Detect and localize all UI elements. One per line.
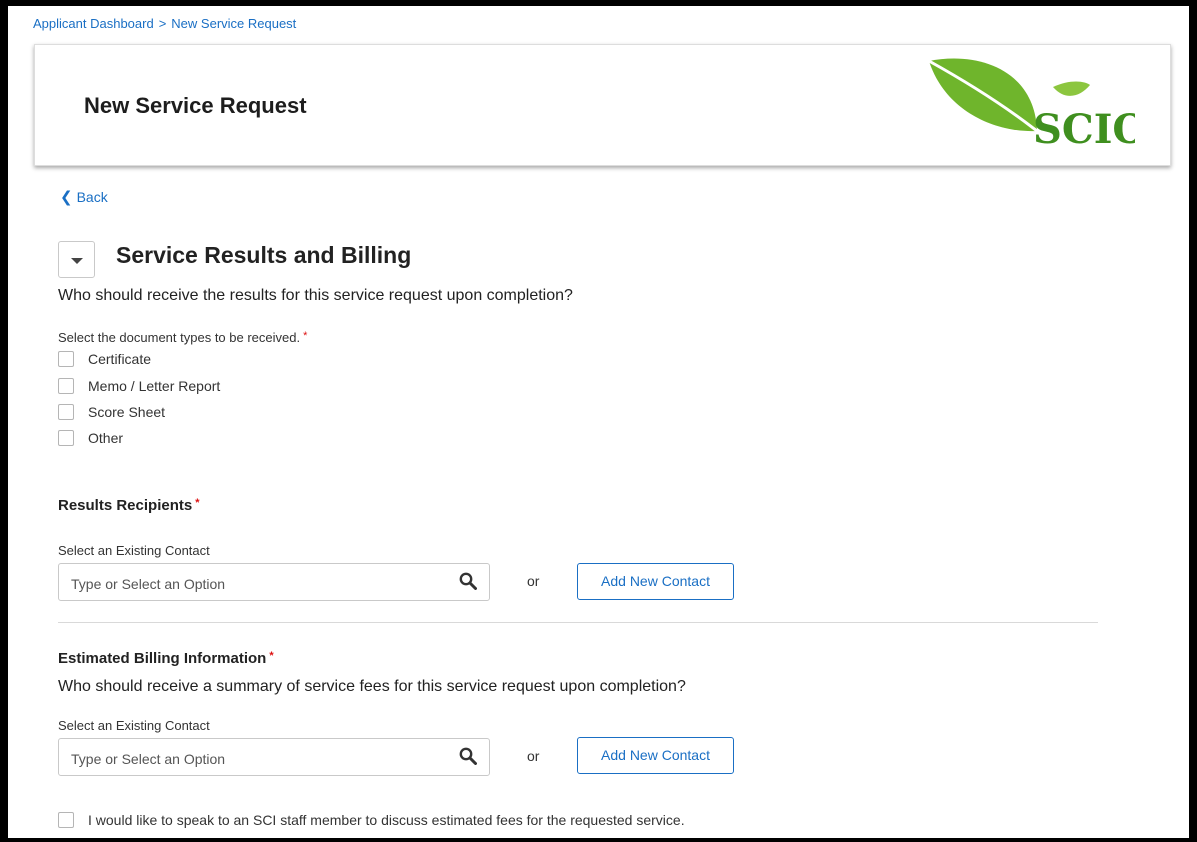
checkbox-other[interactable]: Other: [58, 429, 123, 447]
checkbox-label: Memo / Letter Report: [88, 378, 221, 394]
logo-text: SCION: [1033, 106, 1135, 151]
scion-logo: SCION: [928, 58, 1135, 151]
checkbox-certificate[interactable]: Certificate: [58, 350, 151, 368]
results-contact-input[interactable]: [69, 573, 453, 595]
page-title: New Service Request: [84, 93, 307, 118]
breadcrumb-separator: >: [158, 16, 167, 31]
document-types-label: Select the document types to be received…: [58, 330, 308, 345]
billing-contact-combobox[interactable]: [58, 738, 490, 776]
checkbox-memo-letter-report[interactable]: Memo / Letter Report: [58, 377, 220, 395]
checkbox-box[interactable]: [58, 404, 74, 420]
section-title: Service Results and Billing: [116, 242, 412, 268]
billing-question: Who should receive a summary of service …: [58, 678, 686, 695]
checkbox-box[interactable]: [58, 430, 74, 446]
breadcrumb-applicant-dashboard[interactable]: Applicant Dashboard: [33, 16, 154, 31]
caret-down-icon: [71, 258, 83, 264]
checkbox-label: Other: [88, 430, 124, 446]
checkbox-score-sheet[interactable]: Score Sheet: [58, 403, 165, 421]
breadcrumb-new-service-request[interactable]: New Service Request: [171, 16, 296, 31]
results-recipients-heading: Results Recipients *: [58, 497, 200, 514]
checkbox-box[interactable]: [58, 812, 74, 828]
results-question: Who should receive the results for this …: [58, 287, 573, 304]
checkbox-label: I would like to speak to an SCI staff me…: [88, 812, 685, 828]
checkbox-speak-to-staff[interactable]: I would like to speak to an SCI staff me…: [58, 811, 685, 829]
results-contact-label: Select an Existing Contact: [58, 543, 210, 558]
search-icon[interactable]: [459, 747, 477, 765]
billing-contact-input[interactable]: [69, 748, 453, 770]
checkbox-label: Certificate: [88, 351, 152, 367]
or-text: or: [527, 573, 540, 589]
checkbox-label: Score Sheet: [88, 404, 166, 420]
add-results-contact-button[interactable]: Add New Contact: [577, 563, 734, 600]
page-header: New Service Request SCION: [34, 44, 1171, 166]
required-marker: *: [303, 330, 308, 342]
checkbox-box[interactable]: [58, 351, 74, 367]
back-label: Back: [76, 189, 108, 205]
billing-contact-label: Select an Existing Contact: [58, 718, 210, 733]
section-divider: [58, 622, 1098, 623]
add-billing-contact-button[interactable]: Add New Contact: [577, 737, 734, 774]
or-text: or: [527, 748, 540, 764]
search-icon[interactable]: [459, 572, 477, 590]
required-marker: *: [269, 650, 274, 662]
back-link[interactable]: ❮ Back: [60, 188, 108, 206]
chevron-left-icon: ❮: [60, 189, 73, 206]
checkbox-box[interactable]: [58, 378, 74, 394]
results-contact-combobox[interactable]: [58, 563, 490, 601]
breadcrumb: Applicant Dashboard > New Service Request: [33, 16, 296, 31]
billing-heading: Estimated Billing Information *: [58, 650, 274, 667]
section-collapse-toggle[interactable]: [58, 241, 95, 278]
required-marker: *: [195, 497, 200, 509]
